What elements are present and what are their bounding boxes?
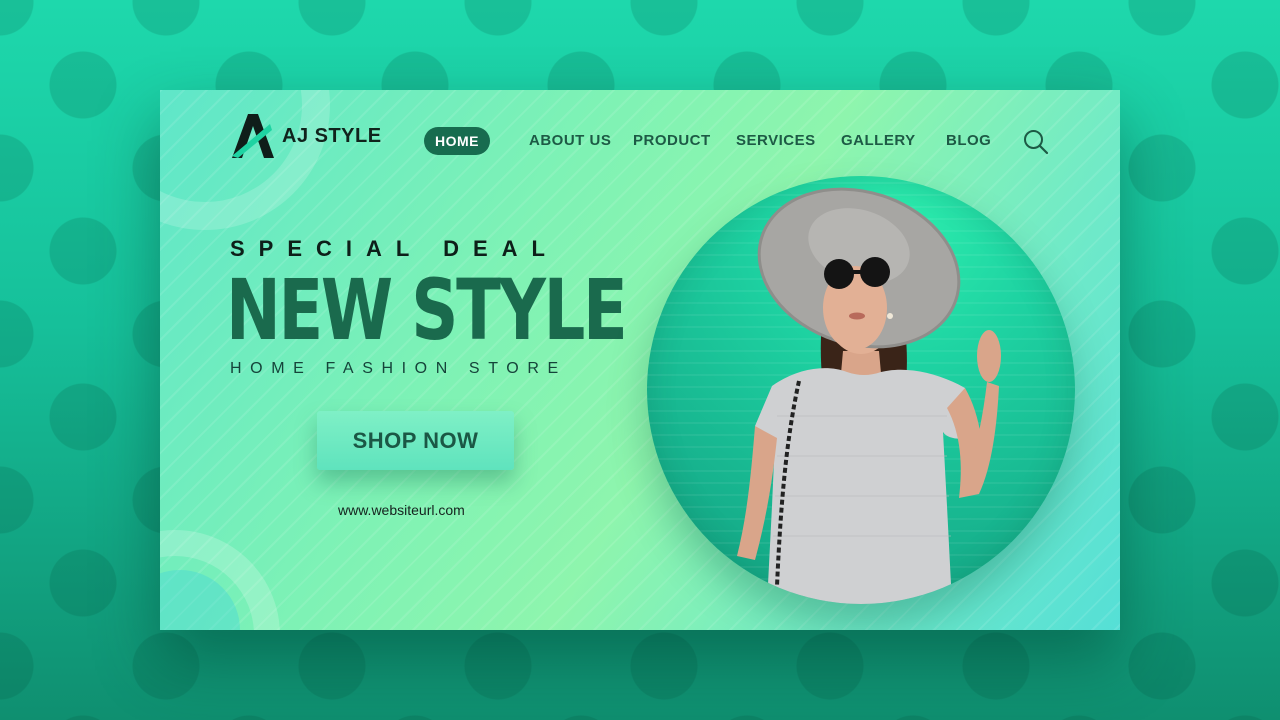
shop-now-button[interactable]: SHOP NOW <box>317 411 514 470</box>
nav-item-product[interactable]: PRODUCT <box>633 127 711 155</box>
brand-logo[interactable]: AJ STYLE <box>230 112 382 160</box>
nav-item-about-us[interactable]: ABOUT US <box>529 127 611 155</box>
headline: NEW STYLE <box>226 261 628 359</box>
nav-item-gallery[interactable]: GALLERY <box>841 127 916 155</box>
logo-icon <box>232 114 274 158</box>
website-url[interactable]: www.websiteurl.com <box>338 502 465 518</box>
hero-banner: AJ STYLE HOME ABOUT US PRODUCT SERVICES … <box>160 90 1120 630</box>
brand-name: AJ STYLE <box>282 124 382 147</box>
model-photo-circle <box>647 176 1075 604</box>
search-icon[interactable] <box>1022 128 1050 156</box>
nav-item-blog[interactable]: BLOG <box>946 127 991 155</box>
subheadline: HOME FASHION STORE <box>230 360 567 377</box>
model-photo <box>737 187 1001 604</box>
decorative-ring <box>160 90 330 230</box>
nav-item-home[interactable]: HOME <box>424 127 490 155</box>
nav-item-services[interactable]: SERVICES <box>736 127 816 155</box>
